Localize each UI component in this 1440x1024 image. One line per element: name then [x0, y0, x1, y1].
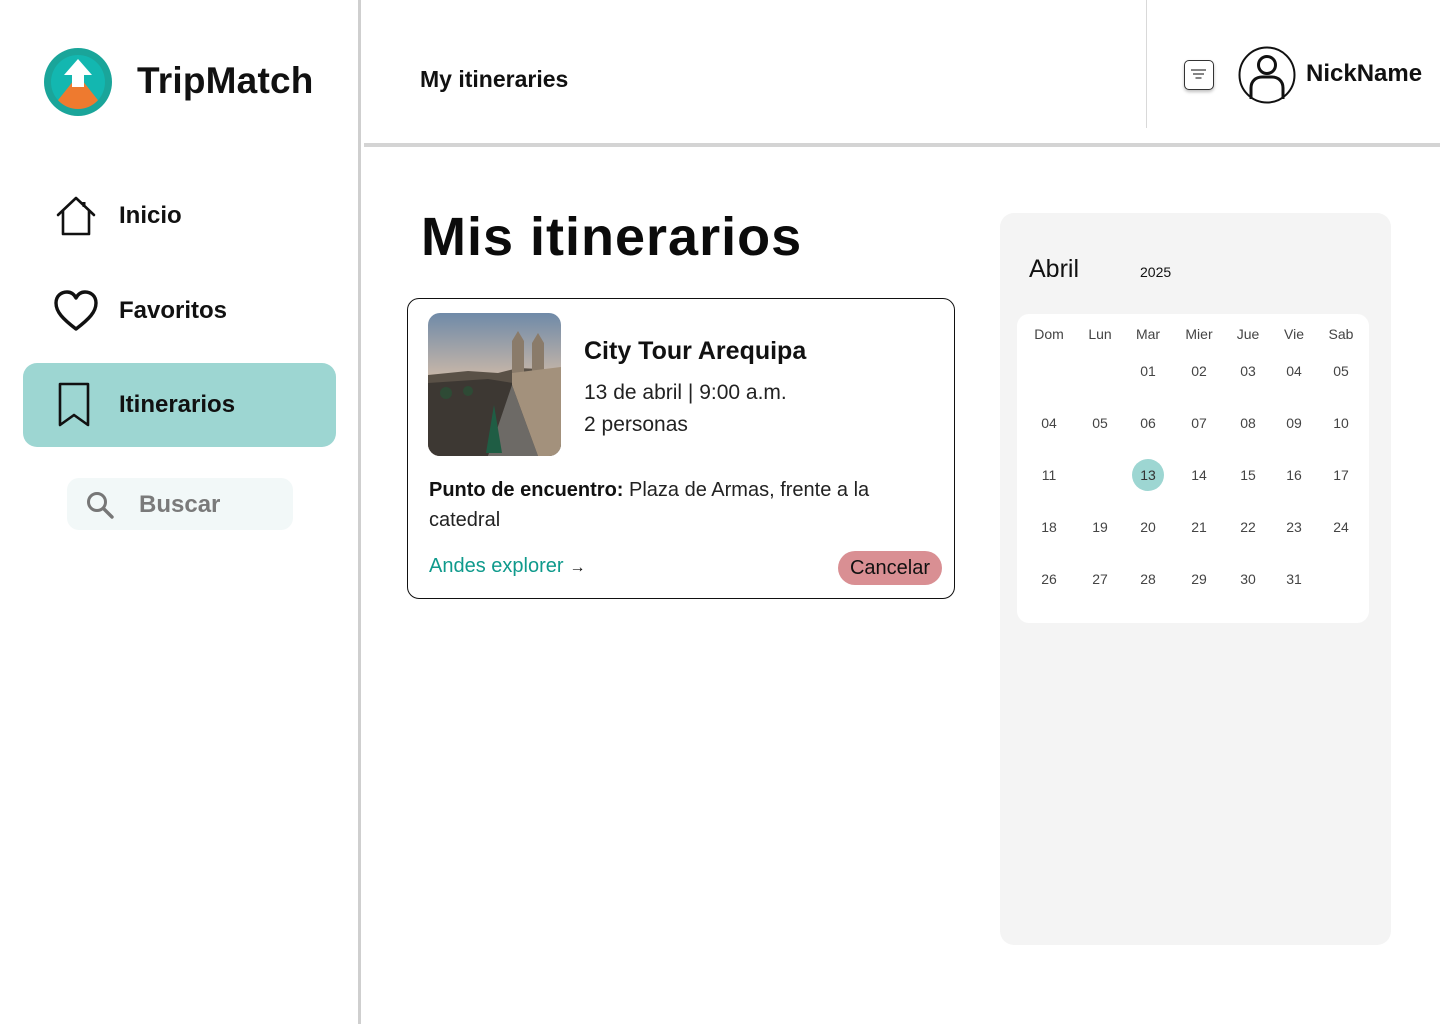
calendar-day[interactable]: 11 [1033, 459, 1065, 491]
sidebar-item-inicio[interactable]: Inicio [23, 174, 336, 258]
filter-icon [1191, 69, 1206, 79]
weekday-label: Vie [1284, 326, 1304, 342]
agency-name: Andes explorer [429, 555, 564, 577]
topbar-title: My itineraries [420, 66, 569, 92]
heart-icon [54, 290, 98, 331]
weekday-label: Sab [1328, 326, 1354, 342]
sidebar: TripMatch Inicio Favoritos Itinerarios [0, 0, 358, 1024]
tour-people: 2 personas [584, 413, 688, 436]
sidebar-item-label: Itinerarios [119, 391, 236, 418]
calendar-day[interactable]: 29 [1183, 563, 1215, 595]
home-icon [56, 196, 96, 236]
agency-link[interactable]: Andes explorer → [429, 555, 586, 578]
calendar-day[interactable]: 05 [1084, 407, 1116, 439]
calendar-grid: Dom Lun Mar Mier Jue Vie Sab 01 02 03 04 05 04 05 06 07… [1017, 314, 1369, 623]
sidebar-item-itinerarios[interactable]: Itinerarios [23, 363, 336, 447]
page-title: Mis itinerarios [421, 207, 803, 267]
calendar-day[interactable]: 22 [1232, 511, 1264, 543]
weekday-label: Mier [1185, 326, 1213, 342]
calendar-day[interactable]: 02 [1183, 355, 1215, 387]
search-input[interactable] [137, 486, 281, 524]
calendar-day[interactable]: 16 [1278, 459, 1310, 491]
calendar-day[interactable]: 21 [1183, 511, 1215, 543]
calendar-day[interactable]: 04 [1278, 355, 1310, 387]
tour-title: City Tour Arequipa [584, 337, 807, 365]
calendar-day[interactable]: 24 [1325, 511, 1357, 543]
weekday-label: Mar [1135, 326, 1161, 342]
calendar-day[interactable]: 09 [1278, 407, 1310, 439]
calendar-day[interactable]: 07 [1183, 407, 1215, 439]
calendar-day[interactable]: 19 [1084, 511, 1116, 543]
calendar-day[interactable]: 08 [1232, 407, 1264, 439]
brand-name: TripMatch [137, 60, 314, 101]
weekday-label: Jue [1236, 326, 1260, 342]
bookmark-icon [58, 382, 90, 427]
calendar-day[interactable]: 27 [1084, 563, 1116, 595]
calendar-day[interactable]: 04 [1033, 407, 1065, 439]
header-divider [364, 143, 1440, 147]
meeting-point-label: Punto de encuentro: [429, 479, 624, 501]
calendar-day[interactable]: 01 [1132, 355, 1164, 387]
calendar-day[interactable]: 14 [1183, 459, 1215, 491]
calendar-day[interactable]: 13 [1132, 459, 1164, 491]
sidebar-item-favoritos[interactable]: Favoritos [23, 269, 336, 353]
weekday-label: Lun [1088, 326, 1112, 342]
calendar-day[interactable]: 17 [1325, 459, 1357, 491]
sidebar-item-label: Inicio [119, 202, 182, 229]
calendar-day[interactable]: 03 [1232, 355, 1264, 387]
sidebar-item-label: Favoritos [119, 297, 228, 324]
calendar-month[interactable]: Abril [1029, 255, 1079, 284]
calendar-day[interactable]: 30 [1232, 563, 1264, 595]
sidebar-divider [358, 0, 361, 1024]
user-avatar-icon[interactable] [1238, 46, 1296, 104]
filter-button[interactable] [1184, 60, 1214, 90]
calendar-day[interactable]: 18 [1033, 511, 1065, 543]
weekday-label: Dom [1034, 326, 1064, 342]
calendar-day[interactable]: 05 [1325, 355, 1357, 387]
calendar-day[interactable]: 31 [1278, 563, 1310, 595]
calendar-panel: Abril 2025 Dom Lun Mar Mier Jue Vie Sab 01 02 03 0… [1000, 213, 1391, 945]
calendar-year[interactable]: 2025 [1140, 264, 1171, 280]
user-nickname[interactable]: NickName [1306, 60, 1422, 88]
calendar-day[interactable]: 20 [1132, 511, 1164, 543]
calendar-day[interactable]: 26 [1033, 563, 1065, 595]
topbar-divider [1146, 0, 1147, 128]
calendar-day[interactable]: 28 [1132, 563, 1164, 595]
search-icon[interactable] [85, 490, 115, 520]
tour-date-time: 13 de abril | 9:00 a.m. [584, 381, 787, 404]
search-box [67, 478, 293, 530]
calendar-day[interactable]: 15 [1232, 459, 1264, 491]
calendar-day[interactable]: 06 [1132, 407, 1164, 439]
cancel-button[interactable]: Cancelar [838, 551, 942, 585]
tripmatch-logo-icon[interactable] [43, 47, 113, 117]
itinerary-card[interactable]: City Tour Arequipa 13 de abril | 9:00 a.… [407, 298, 955, 599]
meeting-point: Punto de encuentro: Plaza de Armas, fren… [429, 475, 929, 535]
calendar-day[interactable]: 10 [1325, 407, 1357, 439]
arrow-right-icon: → [569, 559, 586, 576]
calendar-day[interactable]: 23 [1278, 511, 1310, 543]
tour-photo [428, 313, 561, 456]
